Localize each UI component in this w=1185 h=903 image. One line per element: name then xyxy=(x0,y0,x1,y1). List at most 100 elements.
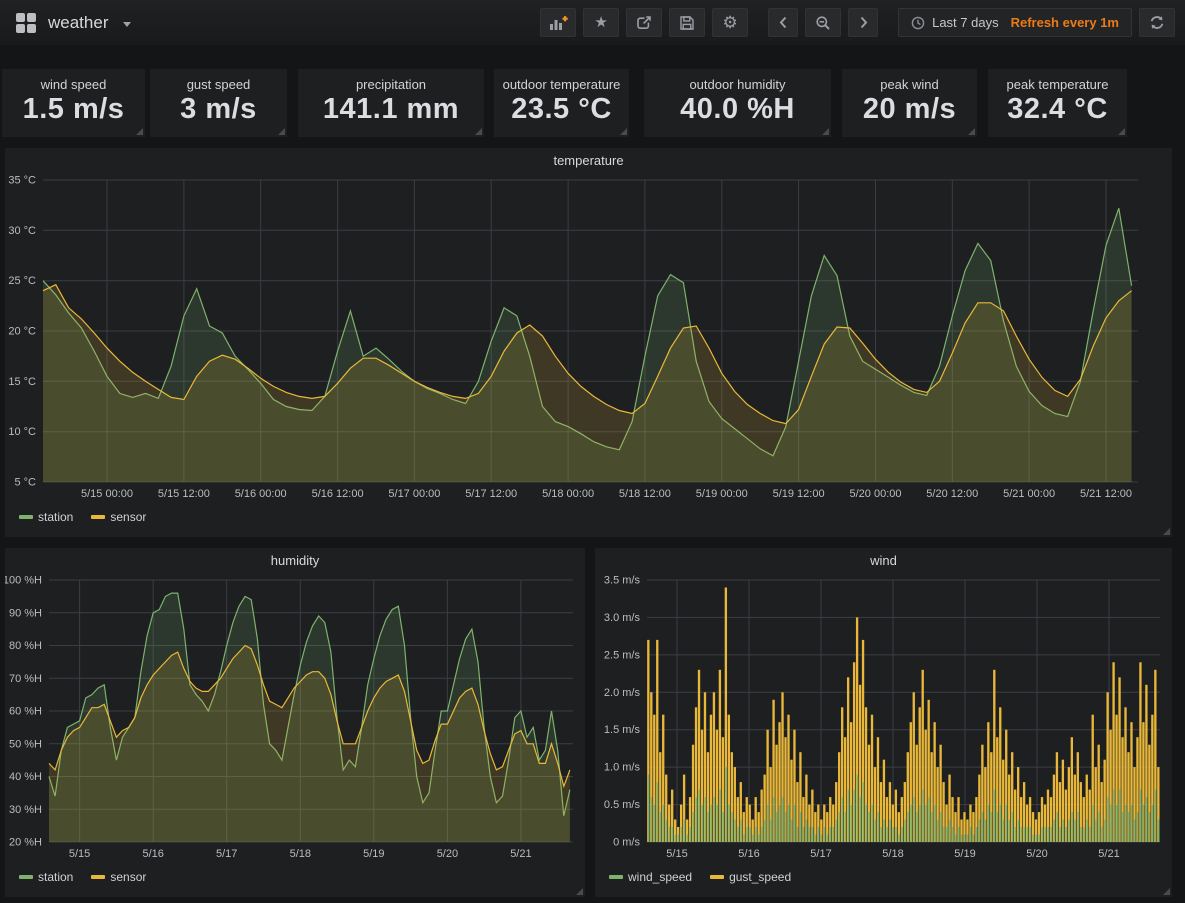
add-panel-button[interactable] xyxy=(540,8,576,37)
panel-title[interactable]: temperature xyxy=(5,148,1172,172)
legend-item-sensor[interactable]: sensor xyxy=(91,510,146,524)
humidity-svg: 100 %H90 %H80 %H70 %H60 %H50 %H40 %H30 %… xyxy=(5,572,585,868)
svg-text:25 °C: 25 °C xyxy=(8,275,36,287)
svg-text:60 %H: 60 %H xyxy=(9,706,42,718)
save-button[interactable] xyxy=(669,8,705,37)
panel-resize-handle[interactable] xyxy=(475,128,482,135)
legend-item-station[interactable]: station xyxy=(19,870,73,884)
humidity-chart-canvas[interactable]: 100 %H90 %H80 %H70 %H60 %H50 %H40 %H30 %… xyxy=(5,572,585,868)
humidity-panel: humidity 100 %H90 %H80 %H70 %H60 %H50 %H… xyxy=(5,548,585,897)
panel-resize-handle[interactable] xyxy=(1118,128,1125,135)
svg-text:20 °C: 20 °C xyxy=(8,326,36,338)
temperature-chart-canvas[interactable]: 35 °C30 °C25 °C20 °C15 °C10 °C5 °C5/15 0… xyxy=(5,172,1172,508)
svg-text:0.5 m/s: 0.5 m/s xyxy=(604,799,641,811)
stat-title: peak temperature xyxy=(988,77,1127,92)
zoom-out-icon xyxy=(815,15,831,31)
zoom-out-button[interactable] xyxy=(805,8,841,37)
stat-panel-precipitation[interactable]: precipitation 141.1 mm xyxy=(298,69,484,137)
legend-item-gust_speed[interactable]: gust_speed xyxy=(710,870,791,884)
wind-svg: 3.5 m/s3.0 m/s2.5 m/s2.0 m/s1.5 m/s1.0 m… xyxy=(595,572,1172,868)
stat-panel-wind-speed[interactable]: wind speed 1.5 m/s xyxy=(2,69,145,137)
refresh-icon xyxy=(1149,15,1165,30)
temperature-svg: 35 °C30 °C25 °C20 °C15 °C10 °C5 °C5/15 0… xyxy=(5,172,1172,508)
svg-text:5/20 00:00: 5/20 00:00 xyxy=(850,488,902,500)
svg-text:5/15 12:00: 5/15 12:00 xyxy=(158,488,210,500)
panel-resize-handle[interactable] xyxy=(822,128,829,135)
panel-resize-handle[interactable] xyxy=(620,128,627,135)
share-button[interactable] xyxy=(626,8,662,37)
stat-value: 3 m/s xyxy=(150,93,287,126)
stat-title: outdoor temperature xyxy=(494,77,629,92)
svg-text:5/20: 5/20 xyxy=(1026,848,1047,860)
legend-color-swatch xyxy=(19,515,33,519)
svg-text:5/19: 5/19 xyxy=(954,848,975,860)
stat-panel-outdoor-temperature[interactable]: outdoor temperature 23.5 °C xyxy=(494,69,629,137)
stat-value: 1.5 m/s xyxy=(2,93,145,126)
wind-legend: wind_speed gust_speed xyxy=(609,870,1172,884)
humidity-legend: station sensor xyxy=(19,870,585,884)
legend-color-swatch xyxy=(91,515,105,519)
wind-panel: wind 3.5 m/s3.0 m/s2.5 m/s2.0 m/s1.5 m/s… xyxy=(595,548,1172,897)
legend-item-station[interactable]: station xyxy=(19,510,73,524)
panel-title[interactable]: humidity xyxy=(5,548,585,572)
svg-text:5/21 12:00: 5/21 12:00 xyxy=(1080,488,1132,500)
panel-resize-handle[interactable] xyxy=(136,128,143,135)
legend-item-sensor[interactable]: sensor xyxy=(91,870,146,884)
svg-text:5/20: 5/20 xyxy=(437,848,458,860)
chevron-down-icon xyxy=(123,22,131,27)
dashboard-menu[interactable]: weather xyxy=(15,12,131,34)
stat-title: wind speed xyxy=(2,77,145,92)
svg-text:5/17: 5/17 xyxy=(216,848,237,860)
svg-text:5/18: 5/18 xyxy=(290,848,311,860)
stat-value: 23.5 °C xyxy=(494,93,629,126)
dashboard-title[interactable]: weather xyxy=(48,13,108,33)
clock-icon xyxy=(911,16,925,30)
svg-text:5/18 12:00: 5/18 12:00 xyxy=(619,488,671,500)
svg-text:5/17 00:00: 5/17 00:00 xyxy=(388,488,440,500)
settings-button[interactable]: ⚙ xyxy=(712,8,748,37)
svg-text:2.5 m/s: 2.5 m/s xyxy=(604,649,641,661)
legend-color-swatch xyxy=(91,875,105,879)
star-button[interactable]: ★ xyxy=(583,8,619,37)
panel-resize-handle[interactable] xyxy=(1163,528,1170,535)
stat-panel-peak-wind[interactable]: peak wind 20 m/s xyxy=(842,69,977,137)
stat-panel-outdoor-humidity[interactable]: outdoor humidity 40.0 %H xyxy=(644,69,831,137)
stat-value: 20 m/s xyxy=(842,93,977,126)
legend-label: gust_speed xyxy=(729,870,791,884)
panel-resize-handle[interactable] xyxy=(968,128,975,135)
back-button[interactable] xyxy=(768,8,798,37)
svg-text:5/18: 5/18 xyxy=(882,848,903,860)
svg-text:0 m/s: 0 m/s xyxy=(613,837,640,849)
panel-resize-handle[interactable] xyxy=(576,888,583,895)
svg-text:40 %H: 40 %H xyxy=(9,771,42,783)
legend-label: station xyxy=(38,510,73,524)
wind-chart-canvas[interactable]: 3.5 m/s3.0 m/s2.5 m/s2.0 m/s1.5 m/s1.0 m… xyxy=(595,572,1172,868)
svg-text:3.5 m/s: 3.5 m/s xyxy=(604,575,641,587)
forward-button[interactable] xyxy=(848,8,878,37)
svg-text:70 %H: 70 %H xyxy=(9,673,42,685)
refresh-button[interactable] xyxy=(1139,8,1175,37)
svg-text:5/16: 5/16 xyxy=(738,848,759,860)
refresh-interval-label[interactable]: Refresh every 1m xyxy=(1011,15,1119,30)
chevron-right-icon xyxy=(856,15,871,30)
stat-title: gust speed xyxy=(150,77,287,92)
star-icon: ★ xyxy=(594,15,607,30)
panel-resize-handle[interactable] xyxy=(278,128,285,135)
legend-item-wind_speed[interactable]: wind_speed xyxy=(609,870,692,884)
panel-title[interactable]: wind xyxy=(595,548,1172,572)
svg-text:5/19: 5/19 xyxy=(363,848,384,860)
svg-text:5/15: 5/15 xyxy=(69,848,90,860)
stat-panel-peak-temperature[interactable]: peak temperature 32.4 °C xyxy=(988,69,1127,137)
stat-panel-gust-speed[interactable]: gust speed 3 m/s xyxy=(150,69,287,137)
gear-icon: ⚙ xyxy=(722,14,737,31)
legend-label: station xyxy=(38,870,73,884)
time-range-button[interactable]: Last 7 days Refresh every 1m xyxy=(898,8,1132,37)
legend-color-swatch xyxy=(710,875,724,879)
temperature-panel: temperature 35 °C30 °C25 °C20 °C15 °C10 … xyxy=(5,148,1172,537)
stat-value: 32.4 °C xyxy=(988,93,1127,126)
panel-resize-handle[interactable] xyxy=(1163,888,1170,895)
svg-text:35 °C: 35 °C xyxy=(8,175,36,187)
legend-label: sensor xyxy=(110,510,146,524)
svg-text:5/20 12:00: 5/20 12:00 xyxy=(926,488,978,500)
svg-text:1.0 m/s: 1.0 m/s xyxy=(604,762,641,774)
